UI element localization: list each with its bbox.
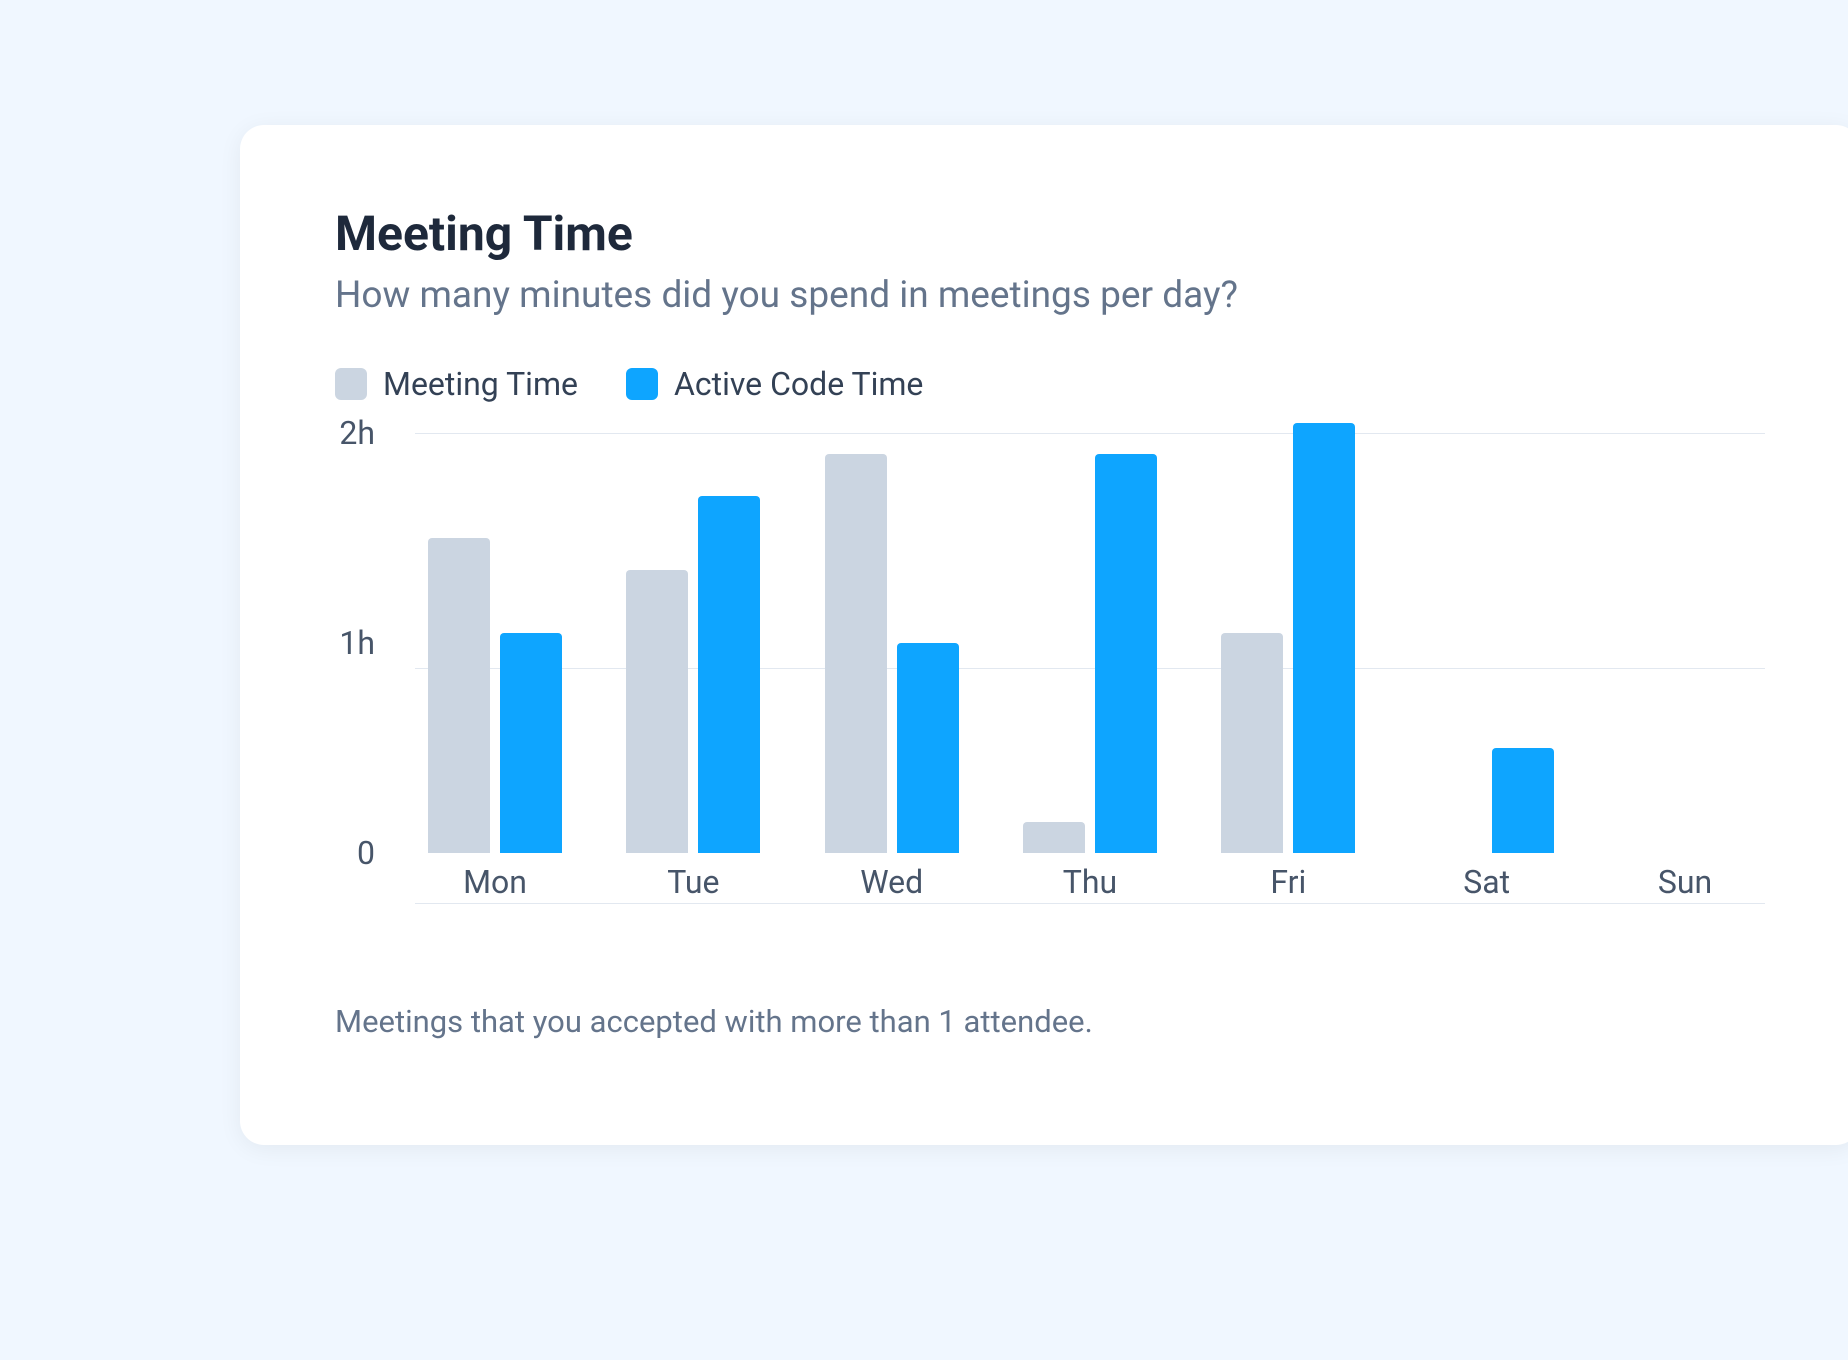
meeting-time-card: Meeting Time How many minutes did you sp… bbox=[240, 125, 1848, 1145]
bar-group bbox=[613, 496, 773, 853]
x-axis-label: Sat bbox=[1407, 863, 1567, 901]
bar-active-code-time[interactable] bbox=[1492, 748, 1554, 853]
y-tick-2h: 2h bbox=[339, 414, 375, 452]
x-axis-label: Sun bbox=[1605, 863, 1765, 901]
x-axis-label: Thu bbox=[1010, 863, 1170, 901]
x-axis-label: Wed bbox=[812, 863, 972, 901]
chart-container: 2h 1h 0 Mon Tue Wed Thu Fri Sat Sun bbox=[335, 433, 1765, 903]
gridline bbox=[415, 903, 1765, 904]
legend-swatch-gray bbox=[335, 368, 367, 400]
legend-label-meeting-time: Meeting Time bbox=[383, 365, 578, 403]
bar-meeting-time[interactable] bbox=[1221, 633, 1283, 854]
bar-group bbox=[812, 454, 972, 853]
legend-item-active-code-time[interactable]: Active Code Time bbox=[626, 365, 923, 403]
x-axis: Mon Tue Wed Thu Fri Sat Sun bbox=[415, 863, 1765, 901]
legend-item-meeting-time[interactable]: Meeting Time bbox=[335, 365, 578, 403]
bar-group bbox=[1407, 748, 1567, 853]
x-axis-label: Fri bbox=[1208, 863, 1368, 901]
card-title: Meeting Time bbox=[335, 205, 1765, 262]
plot-area bbox=[415, 433, 1765, 853]
bar-meeting-time[interactable] bbox=[825, 454, 887, 853]
legend-swatch-blue bbox=[626, 368, 658, 400]
x-axis-label: Mon bbox=[415, 863, 575, 901]
x-axis-label: Tue bbox=[613, 863, 773, 901]
bar-group bbox=[1010, 454, 1170, 853]
bar-active-code-time[interactable] bbox=[897, 643, 959, 853]
bar-group bbox=[415, 538, 575, 853]
bar-active-code-time[interactable] bbox=[698, 496, 760, 853]
y-axis: 2h 1h 0 bbox=[335, 433, 395, 853]
card-footnote: Meetings that you accepted with more tha… bbox=[335, 1003, 1765, 1040]
legend-label-active-code-time: Active Code Time bbox=[674, 365, 923, 403]
bar-meeting-time[interactable] bbox=[428, 538, 490, 853]
y-tick-1h: 1h bbox=[339, 624, 375, 662]
bar-active-code-time[interactable] bbox=[500, 633, 562, 854]
bar-meeting-time[interactable] bbox=[1023, 822, 1085, 854]
card-subtitle: How many minutes did you spend in meetin… bbox=[335, 274, 1765, 317]
bar-group bbox=[1208, 423, 1368, 854]
chart-legend: Meeting Time Active Code Time bbox=[335, 365, 1765, 403]
page-background: Meeting Time How many minutes did you sp… bbox=[0, 0, 1848, 1360]
bar-active-code-time[interactable] bbox=[1293, 423, 1355, 854]
bar-active-code-time[interactable] bbox=[1095, 454, 1157, 853]
bar-meeting-time[interactable] bbox=[626, 570, 688, 854]
y-tick-0: 0 bbox=[357, 834, 375, 872]
